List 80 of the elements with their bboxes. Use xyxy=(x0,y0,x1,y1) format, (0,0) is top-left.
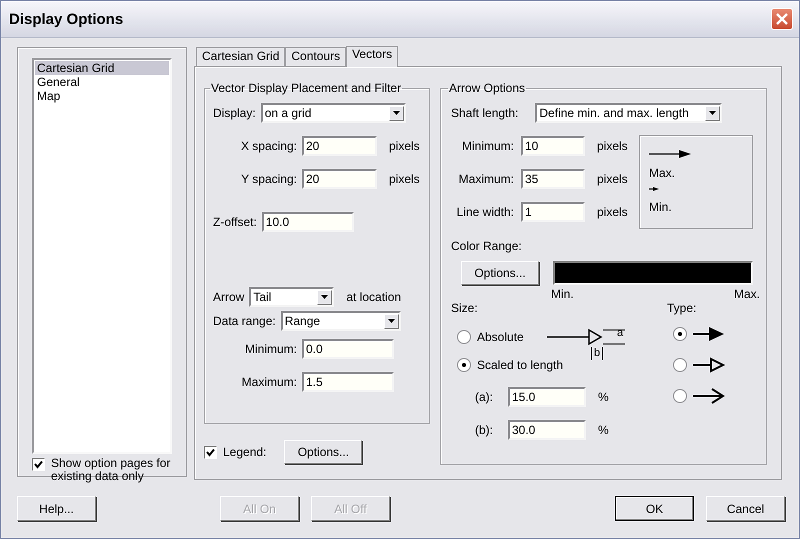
close-button[interactable] xyxy=(771,8,793,30)
field-label: (b): xyxy=(475,423,494,437)
field-label: Data range: xyxy=(213,314,276,328)
radio-label: Absolute xyxy=(477,330,524,344)
long-arrow-icon xyxy=(649,150,691,158)
checkbox[interactable] xyxy=(32,458,45,471)
group-title: Arrow Options xyxy=(448,81,526,95)
input-field[interactable]: 15.0 xyxy=(508,387,586,407)
range-label: Max. xyxy=(734,287,760,301)
field-label: (a): xyxy=(475,390,494,404)
tab[interactable]: Contours xyxy=(285,47,346,66)
dialog-button[interactable]: Help... xyxy=(17,496,96,521)
preview-label: Min. xyxy=(649,200,672,214)
radio-button[interactable] xyxy=(673,326,687,340)
dimension-label: b xyxy=(591,347,604,360)
caret-icon xyxy=(388,106,404,120)
dialog-button[interactable]: Cancel xyxy=(706,496,785,521)
unit-label: pixels xyxy=(597,205,628,219)
radio-button[interactable] xyxy=(457,330,471,344)
field-label: Line width: xyxy=(456,205,514,219)
data-range-dropdown[interactable]: Range xyxy=(280,311,401,331)
checkbox-label: Show option pages for existing data only xyxy=(51,457,171,483)
window-title: Display Options xyxy=(9,10,124,28)
unit-label: pixels xyxy=(389,139,420,153)
arrow-dropdown[interactable]: Tail xyxy=(249,287,334,307)
input-field[interactable]: 20 xyxy=(302,169,377,189)
radio-button[interactable] xyxy=(673,358,687,372)
checkbox[interactable] xyxy=(204,446,217,459)
section-label: Color Range: xyxy=(451,239,523,253)
input-field[interactable]: 1.5 xyxy=(302,372,394,392)
short-arrow-icon xyxy=(649,186,659,192)
unit-label: % xyxy=(598,390,609,404)
hollow-arrow-icon xyxy=(693,356,725,372)
close-icon xyxy=(776,13,788,25)
input-field[interactable]: 10.0 xyxy=(262,212,354,232)
field-label: Arrow xyxy=(213,290,244,304)
field-label: at location xyxy=(346,290,402,304)
input-field[interactable]: 1 xyxy=(521,202,585,222)
tab[interactable]: Cartesian Grid xyxy=(196,47,286,66)
input-field[interactable]: 30.0 xyxy=(508,420,586,440)
section-label: Size: xyxy=(451,301,478,315)
input-field[interactable]: 20 xyxy=(302,136,377,156)
list-item[interactable]: General xyxy=(35,75,169,89)
field-label: Y spacing: xyxy=(240,172,297,186)
unit-label: pixels xyxy=(597,139,628,153)
list-item[interactable]: Cartesian Grid xyxy=(35,61,169,75)
preview-label: Max. xyxy=(649,166,676,180)
radio-button[interactable] xyxy=(673,388,687,402)
input-field[interactable]: 35 xyxy=(521,169,585,189)
field-label: Z-offset: xyxy=(213,215,257,229)
list-item[interactable]: Map xyxy=(35,89,169,103)
color-options-button[interactable]: Options... xyxy=(461,261,539,285)
display-dropdown[interactable]: on a grid xyxy=(260,103,406,123)
tab[interactable]: Vectors xyxy=(346,46,398,67)
checkbox-label: Legend: xyxy=(223,445,266,459)
field-label: X spacing: xyxy=(240,139,297,153)
legend-options-button[interactable]: Options... xyxy=(284,440,362,464)
unit-label: % xyxy=(598,423,609,437)
caret-icon xyxy=(384,314,399,328)
range-label: Min. xyxy=(551,287,574,301)
input-field[interactable]: 0.0 xyxy=(302,339,394,359)
field-label: Display: xyxy=(213,106,256,120)
dialog-button[interactable]: OK xyxy=(615,496,694,521)
radio-button[interactable] xyxy=(457,358,471,372)
field-label: Minimum: xyxy=(460,139,514,153)
unit-label: pixels xyxy=(389,172,420,186)
field-label: Maximum: xyxy=(240,375,297,389)
field-label: Minimum: xyxy=(244,342,297,356)
field-label: Maximum: xyxy=(458,172,514,186)
field-label: Shaft length: xyxy=(451,106,518,120)
filled-arrow-icon xyxy=(693,326,725,342)
shaft-length-dropdown[interactable]: Define min. and max. length xyxy=(535,103,722,123)
caret-icon xyxy=(705,106,720,120)
section-label: Type: xyxy=(667,301,696,315)
group-title: Vector Display Placement and Filter xyxy=(210,81,402,95)
radio-label: Scaled to length xyxy=(477,358,564,372)
line-arrow-icon xyxy=(693,388,725,404)
caret-icon xyxy=(317,290,332,304)
input-field[interactable]: 10 xyxy=(521,136,585,156)
unit-label: pixels xyxy=(597,172,628,186)
